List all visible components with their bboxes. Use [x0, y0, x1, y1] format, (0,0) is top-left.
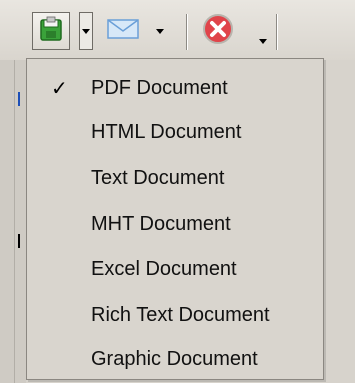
chevron-down-icon: [82, 28, 90, 34]
save-dropdown-button[interactable]: [79, 12, 93, 50]
menu-item-label: HTML Document: [91, 120, 242, 143]
menu-item-text-document[interactable]: Text Document: [27, 158, 323, 198]
divider: [14, 60, 15, 383]
email-dropdown-button[interactable]: [153, 12, 167, 50]
checkmark-icon: ✓: [51, 76, 68, 100]
toolbar: [0, 0, 355, 60]
menu-item-label: Rich Text Document: [91, 303, 270, 326]
chevron-down-icon: [156, 28, 164, 34]
text-cursor: [18, 234, 20, 248]
menu-item-label: Excel Document: [91, 257, 237, 280]
app-root: ✓ PDF Document HTML Document Text Docume…: [0, 0, 355, 383]
toolbar-separator: [186, 14, 187, 50]
close-icon: [202, 13, 234, 49]
toolbar-separator: [276, 14, 277, 50]
menu-item-excel-document[interactable]: Excel Document: [27, 249, 323, 289]
background-panel: [0, 60, 26, 383]
close-dropdown-button[interactable]: [256, 22, 270, 60]
save-icon: [37, 15, 65, 47]
menu-item-label: MHT Document: [91, 212, 231, 235]
close-button[interactable]: [196, 12, 240, 50]
text-cursor: [18, 92, 20, 106]
mail-icon: [106, 17, 140, 45]
save-button[interactable]: [32, 12, 70, 50]
chevron-down-icon: [259, 38, 267, 44]
email-button[interactable]: [104, 12, 142, 50]
menu-item-label: PDF Document: [91, 76, 228, 99]
menu-item-label: Graphic Document: [91, 347, 258, 370]
menu-item-rich-text-document[interactable]: Rich Text Document: [27, 295, 323, 335]
save-format-menu: ✓ PDF Document HTML Document Text Docume…: [26, 58, 324, 380]
menu-item-html-document[interactable]: HTML Document: [27, 112, 323, 152]
menu-item-mht-document[interactable]: MHT Document: [27, 204, 323, 244]
menu-item-label: Text Document: [91, 166, 225, 189]
menu-item-graphic-document[interactable]: Graphic Document: [27, 339, 323, 379]
menu-item-pdf-document[interactable]: ✓ PDF Document: [27, 68, 323, 108]
